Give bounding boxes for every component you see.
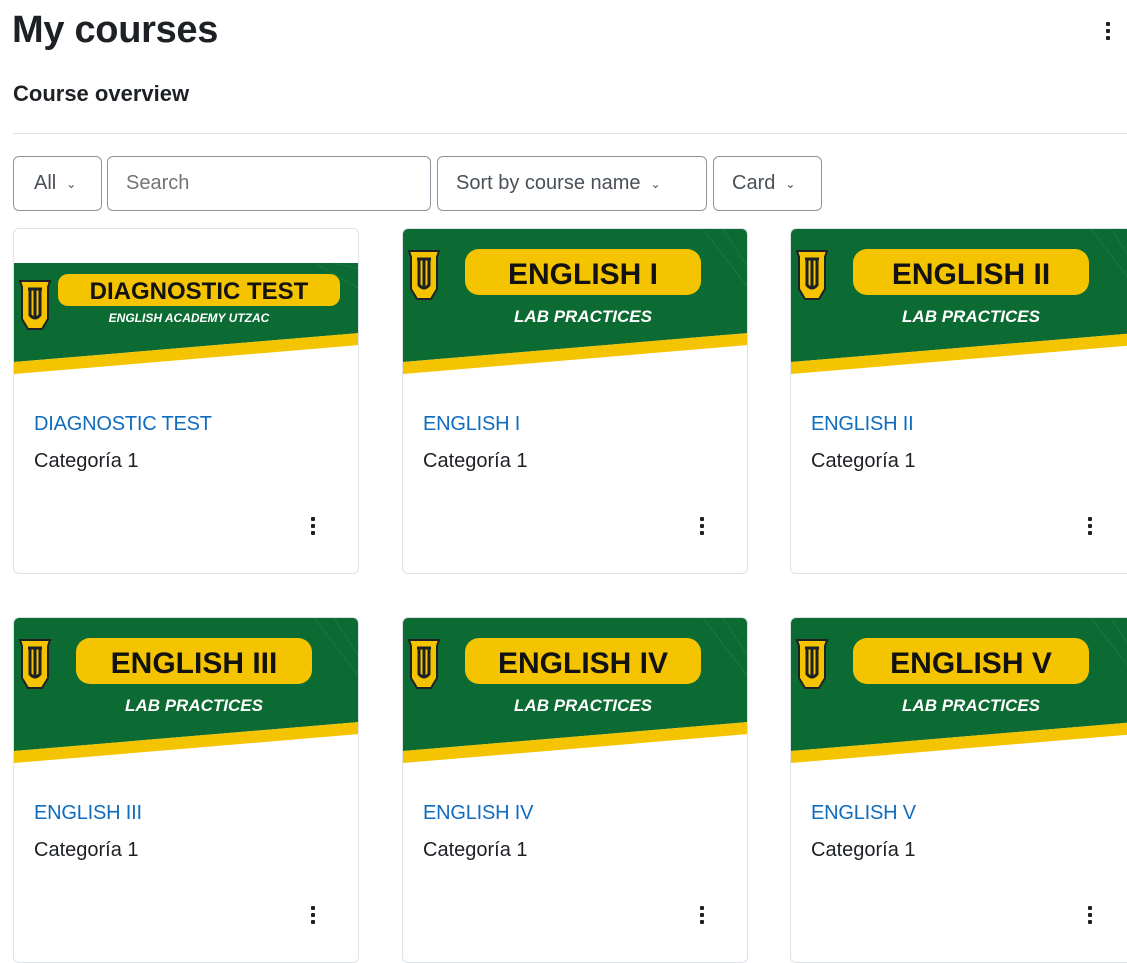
course-category: Categoría 1 bbox=[34, 839, 139, 861]
course-card[interactable]: ENGLISH IV LAB PRACTICES ENGLISH IV Categ… bbox=[402, 617, 748, 963]
svg-text:ENGLISH IV: ENGLISH IV bbox=[498, 647, 668, 680]
chevron-down-icon: ⌄ bbox=[66, 176, 77, 191]
course-banner-image[interactable]: DIAGNOSTIC TEST ENGLISH ACADEMY UTZAC bbox=[14, 229, 358, 383]
course-actions-menu-icon[interactable] bbox=[695, 515, 709, 537]
course-banner-image[interactable]: ENGLISH IV LAB PRACTICES bbox=[403, 618, 747, 772]
course-name-link[interactable]: ENGLISH IV bbox=[423, 802, 533, 825]
course-banner-image[interactable]: ENGLISH V LAB PRACTICES bbox=[791, 618, 1127, 772]
svg-text:LAB PRACTICES: LAB PRACTICES bbox=[902, 307, 1041, 326]
grouping-dropdown-label: All bbox=[34, 172, 57, 194]
course-category: Categoría 1 bbox=[423, 839, 528, 861]
course-actions-menu-icon[interactable] bbox=[695, 904, 709, 926]
course-actions-menu-icon[interactable] bbox=[1083, 904, 1097, 926]
course-category: Categoría 1 bbox=[811, 839, 916, 861]
course-name-link[interactable]: ENGLISH III bbox=[34, 802, 142, 825]
chevron-down-icon: ⌄ bbox=[650, 176, 661, 191]
svg-text:DIAGNOSTIC TEST: DIAGNOSTIC TEST bbox=[90, 278, 309, 305]
course-category: Categoría 1 bbox=[34, 450, 139, 472]
svg-text:LAB PRACTICES: LAB PRACTICES bbox=[902, 696, 1041, 715]
view-mode-dropdown[interactable]: Card ⌄ bbox=[713, 156, 822, 211]
chevron-down-icon: ⌄ bbox=[785, 176, 796, 191]
svg-text:LAB PRACTICES: LAB PRACTICES bbox=[125, 696, 264, 715]
course-overview-heading: Course overview bbox=[13, 81, 190, 106]
course-card[interactable]: ENGLISH V LAB PRACTICES ENGLISH V Categor… bbox=[790, 617, 1127, 963]
course-actions-menu-icon[interactable] bbox=[306, 904, 320, 926]
course-actions-menu-icon[interactable] bbox=[306, 515, 320, 537]
course-name-link[interactable]: ENGLISH II bbox=[811, 413, 914, 436]
course-banner-image[interactable]: ENGLISH III LAB PRACTICES bbox=[14, 618, 358, 772]
course-name-link[interactable]: DIAGNOSTIC TEST bbox=[34, 413, 212, 436]
course-card[interactable]: ENGLISH III LAB PRACTICES ENGLISH III Cat… bbox=[13, 617, 359, 963]
svg-text:LAB PRACTICES: LAB PRACTICES bbox=[514, 696, 653, 715]
course-category: Categoría 1 bbox=[811, 450, 916, 472]
page-actions-menu-icon[interactable] bbox=[1096, 18, 1120, 44]
svg-text:ENGLISH II: ENGLISH II bbox=[892, 258, 1050, 291]
course-category: Categoría 1 bbox=[423, 450, 528, 472]
course-search-input[interactable] bbox=[107, 156, 431, 211]
sort-dropdown[interactable]: Sort by course name ⌄ bbox=[437, 156, 707, 211]
svg-text:ENGLISH ACADEMY UTZAC: ENGLISH ACADEMY UTZAC bbox=[109, 311, 270, 325]
svg-text:ENGLISH III: ENGLISH III bbox=[111, 647, 278, 680]
svg-text:ENGLISH I: ENGLISH I bbox=[508, 258, 658, 291]
course-card[interactable]: DIAGNOSTIC TEST ENGLISH ACADEMY UTZAC DI… bbox=[13, 228, 359, 574]
svg-text:LAB PRACTICES: LAB PRACTICES bbox=[514, 307, 653, 326]
course-banner-image[interactable]: ENGLISH II LAB PRACTICES bbox=[791, 229, 1127, 383]
svg-text:ENGLISH V: ENGLISH V bbox=[890, 647, 1052, 680]
grouping-dropdown[interactable]: All ⌄ bbox=[13, 156, 102, 211]
section-divider bbox=[13, 133, 1127, 134]
course-name-link[interactable]: ENGLISH V bbox=[811, 802, 916, 825]
course-name-link[interactable]: ENGLISH I bbox=[423, 413, 520, 436]
course-card[interactable]: ENGLISH II LAB PRACTICES ENGLISH II Categ… bbox=[790, 228, 1127, 574]
course-actions-menu-icon[interactable] bbox=[1083, 515, 1097, 537]
course-card[interactable]: ENGLISH I LAB PRACTICES ENGLISH I Categor… bbox=[402, 228, 748, 574]
page-title: My courses bbox=[12, 9, 219, 51]
sort-dropdown-label: Sort by course name bbox=[456, 172, 641, 194]
view-mode-dropdown-label: Card bbox=[732, 172, 776, 194]
course-banner-image[interactable]: ENGLISH I LAB PRACTICES bbox=[403, 229, 747, 383]
